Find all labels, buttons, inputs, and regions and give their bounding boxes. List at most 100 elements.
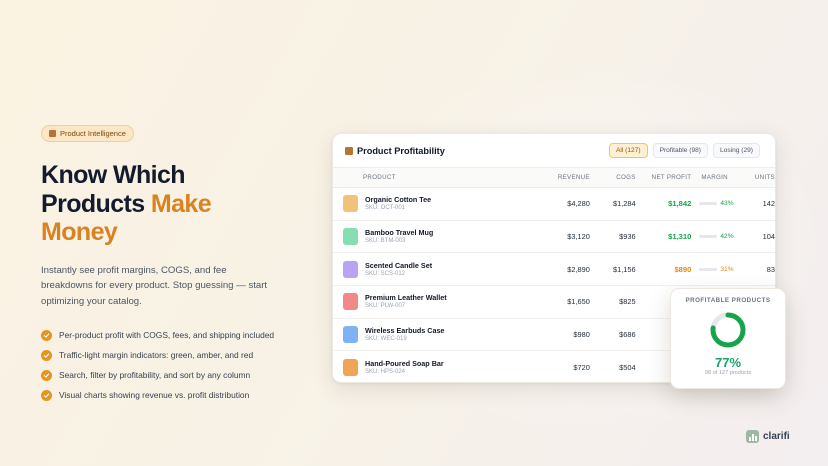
check-icon — [41, 349, 52, 361]
product-info: Wireless Earbuds Case SKU: WEC-019 — [365, 326, 444, 343]
cogs-cell: $825 — [619, 297, 636, 307]
feature-text: Visual charts showing revenue vs. profit… — [59, 390, 250, 400]
column-header-revenue[interactable]: REVENUE — [522, 174, 590, 181]
stat-percent: 77% — [714, 355, 742, 370]
net-profit-cell: $1,842 — [668, 199, 692, 209]
feature-item: Per-product profit with COGS, fees, and … — [41, 325, 301, 345]
feature-item: Traffic-light margin indicators: green, … — [41, 345, 301, 365]
units-cell: 83 — [766, 264, 775, 274]
margin-bar — [699, 202, 718, 206]
product-info: Organic Cotton Tee SKU: OCT-001 — [365, 195, 431, 212]
units-cell: 142 — [762, 199, 775, 209]
net-profit-cell: $1,310 — [668, 232, 692, 242]
product-sku: SKU: OCT-001 — [365, 205, 406, 212]
tab-profitable[interactable]: Profitable (98) — [652, 143, 708, 158]
product-thumbnail — [343, 293, 358, 311]
profitable-products-stat-card: PROFITABLE PRODUCTS 77% 98 of 127 produc… — [670, 288, 786, 389]
stat-caption: 98 of 127 products — [704, 370, 752, 376]
revenue-cell: $3,120 — [567, 232, 590, 242]
column-header-margin[interactable]: MARGIN — [691, 174, 741, 181]
box-icon — [49, 130, 56, 137]
product-thumbnail — [343, 358, 358, 376]
product-thumbnail — [343, 260, 358, 278]
product-sku: SKU: SCS-012 — [365, 270, 406, 277]
product-info: Scented Candle Set SKU: SCS-012 — [365, 261, 432, 278]
hero-subtitle: Instantly see profit margins, COGS, and … — [41, 264, 268, 307]
check-icon — [41, 329, 52, 341]
product-cell: Scented Candle Set SKU: SCS-012 — [333, 260, 522, 278]
bar-chart-icon — [746, 430, 759, 443]
margin-cell: 42% — [691, 233, 741, 240]
hero-headline: Know Which Products Make Money — [41, 161, 301, 247]
tab-all[interactable]: All (127) — [609, 143, 648, 158]
product-thumbnail — [343, 195, 358, 213]
feature-item: Visual charts showing revenue vs. profit… — [41, 385, 301, 405]
card-title: Product Profitability — [345, 146, 445, 156]
product-sku: SKU: BTM-003 — [365, 238, 406, 245]
filter-tabs: All (127) Profitable (98) Losing (29) — [609, 143, 760, 158]
tab-losing[interactable]: Losing (29) — [713, 143, 760, 158]
product-sku: SKU: WEC-019 — [365, 336, 407, 343]
product-cell: Wireless Earbuds Case SKU: WEC-019 — [333, 326, 522, 344]
table-row[interactable]: Organic Cotton Tee SKU: OCT-001 $4,280 $1,2… — [333, 188, 775, 221]
product-name: Premium Leather Wallet — [365, 293, 447, 303]
product-name: Organic Cotton Tee — [365, 195, 432, 205]
headline-line-2b: Make — [150, 189, 212, 218]
revenue-cell: $980 — [573, 330, 590, 340]
check-icon — [41, 389, 52, 401]
revenue-cell: $2,890 — [567, 264, 590, 274]
headline-line-3: Money — [41, 218, 118, 246]
product-sku: SKU: HPS-024 — [365, 368, 406, 375]
cogs-cell: $1,156 — [613, 264, 636, 274]
cogs-cell: $936 — [619, 232, 636, 242]
revenue-cell: $720 — [573, 362, 590, 372]
product-info: Hand-Poured Soap Bar SKU: HPS-024 — [365, 359, 444, 376]
check-icon — [41, 369, 52, 381]
product-name: Wireless Earbuds Case — [365, 326, 445, 336]
cogs-cell: $686 — [619, 330, 636, 340]
product-sku: SKU: PLW-007 — [365, 303, 406, 310]
donut-chart — [710, 312, 746, 348]
headline-line-2a: Products — [41, 189, 151, 218]
product-name: Hand-Poured Soap Bar — [365, 358, 444, 368]
table-row[interactable]: Scented Candle Set SKU: SCS-012 $2,890 $1,1… — [333, 253, 775, 287]
margin-bar — [699, 235, 718, 239]
feature-text: Search, filter by profitability, and sor… — [59, 370, 251, 380]
product-info: Premium Leather Wallet SKU: PLW-007 — [365, 293, 447, 310]
stat-label: PROFITABLE PRODUCTS — [685, 297, 771, 304]
product-name: Scented Candle Set — [365, 260, 433, 270]
box-icon — [345, 146, 353, 155]
product-thumbnail — [343, 228, 358, 246]
product-name: Bamboo Travel Mug — [365, 228, 434, 238]
product-cell: Organic Cotton Tee SKU: OCT-001 — [333, 195, 522, 213]
feature-text: Traffic-light margin indicators: green, … — [59, 350, 254, 360]
net-profit-cell: $890 — [674, 264, 692, 274]
column-header-net-profit[interactable]: NET PROFIT — [636, 174, 692, 181]
column-header-cogs[interactable]: COGS — [590, 174, 636, 181]
column-header-product[interactable]: PRODUCT — [333, 174, 522, 181]
headline-line-1: Know Which — [41, 161, 186, 189]
units-cell: 104 — [762, 232, 775, 242]
margin-text: 43% — [720, 200, 734, 208]
product-thumbnail — [343, 326, 358, 344]
feature-list: Per-product profit with COGS, fees, and … — [41, 325, 301, 405]
column-header-units[interactable]: UNITS — [741, 174, 775, 181]
hero-section: Product Intelligence Know Which Products… — [41, 124, 301, 405]
card-header: Product Profitability All (127) Profitab… — [333, 134, 775, 168]
revenue-cell: $1,650 — [567, 297, 590, 307]
product-cell: Hand-Poured Soap Bar SKU: HPS-024 — [333, 358, 522, 376]
table-header: PRODUCT REVENUE COGS NET PROFIT MARGIN U… — [333, 168, 775, 188]
feature-text: Per-product profit with COGS, fees, and … — [59, 330, 275, 340]
table-row[interactable]: Bamboo Travel Mug SKU: BTM-003 $3,120 $936 $… — [333, 221, 775, 254]
card-title-text: Product Profitability — [357, 145, 445, 156]
badge-label: Product Intelligence — [60, 129, 126, 138]
margin-text: 42% — [720, 233, 734, 241]
margin-bar — [699, 267, 718, 271]
margin-cell: 43% — [691, 200, 741, 207]
brand-logo: clarifi — [746, 430, 790, 443]
margin-text: 31% — [720, 265, 734, 273]
revenue-cell: $4,280 — [567, 199, 590, 209]
feature-item: Search, filter by profitability, and sor… — [41, 365, 301, 385]
product-intelligence-badge: Product Intelligence — [41, 125, 134, 142]
cogs-cell: $504 — [619, 362, 636, 372]
